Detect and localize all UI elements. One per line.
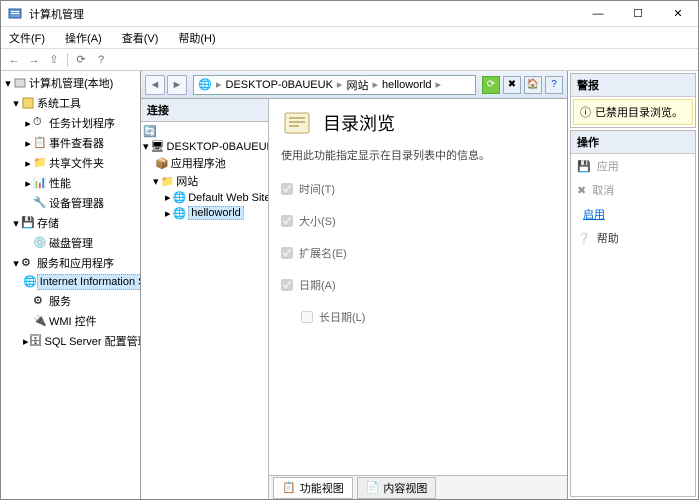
- checkbox-date[interactable]: 日期(A): [281, 277, 555, 293]
- menu-help[interactable]: 帮助(H): [174, 28, 219, 48]
- tree-wmi[interactable]: 🔌WMI 控件: [3, 311, 138, 331]
- close-button[interactable]: ✕: [658, 1, 698, 27]
- page-title: 目录浏览: [323, 110, 395, 136]
- action-cancel: ✖取消: [571, 178, 695, 202]
- action-apply: 💾应用: [571, 154, 695, 178]
- right-panel: 警报 ⓘ 已禁用目录浏览。 操作 💾应用 ✖取消 启用 ❔帮助: [568, 71, 698, 499]
- tree-event-viewer[interactable]: ▸📋事件查看器: [3, 133, 138, 153]
- title-bar: 计算机管理 — ☐ ✕: [1, 1, 698, 27]
- crumb-server[interactable]: DESKTOP-0BAUEUK: [226, 79, 333, 91]
- address-bar: ◄ ► 🌐 ▸ DESKTOP-0BAUEUK ▸ 网站 ▸ helloworl…: [141, 71, 567, 99]
- tree-device-manager[interactable]: 🔧设备管理器: [3, 193, 138, 213]
- tab-content-view[interactable]: 📄内容视图: [357, 477, 437, 499]
- conn-sites[interactable]: ▾📁网站: [143, 172, 266, 190]
- refresh-icon[interactable]: ⟳: [74, 53, 88, 67]
- tree-iis[interactable]: 🌐Internet Information S: [3, 273, 138, 291]
- nav-forward-button[interactable]: ►: [167, 75, 187, 95]
- globe-icon: 🌐: [198, 78, 212, 92]
- conn-helloworld[interactable]: ▸🌐helloworld: [143, 205, 266, 221]
- menu-view[interactable]: 查看(V): [118, 28, 163, 48]
- checkbox-extension[interactable]: 扩展名(E): [281, 245, 555, 261]
- tree-shared-folders[interactable]: ▸📁共享文件夹: [3, 153, 138, 173]
- tree-storage[interactable]: ▾💾存储: [3, 213, 138, 233]
- apply-icon: 💾: [577, 160, 591, 173]
- page-description: 使用此功能指定显示在目录列表中的信息。: [281, 147, 555, 163]
- tree-services-apps[interactable]: ▾⚙服务和应用程序: [3, 253, 138, 273]
- info-icon: ⓘ: [580, 104, 591, 120]
- action-help[interactable]: ❔帮助: [571, 226, 695, 250]
- maximize-button[interactable]: ☐: [618, 1, 658, 27]
- help-icon[interactable]: ?: [94, 53, 108, 67]
- nav-tree: ▾计算机管理(本地) ▾系统工具 ▸⏱任务计划程序 ▸📋事件查看器 ▸📁共享文件…: [1, 71, 141, 499]
- conn-app-pools[interactable]: 📦应用程序池: [143, 154, 266, 172]
- conn-default-site[interactable]: ▸🌐Default Web Site: [143, 190, 266, 205]
- alert-message: ⓘ 已禁用目录浏览。: [573, 99, 693, 125]
- cancel-icon: ✖: [577, 184, 586, 197]
- back-icon[interactable]: ←: [7, 53, 21, 67]
- nav-back-button[interactable]: ◄: [145, 75, 165, 95]
- checkbox-long-date[interactable]: 长日期(L): [301, 309, 555, 325]
- crumb-site[interactable]: helloworld: [382, 79, 432, 91]
- checkbox-size[interactable]: 大小(S): [281, 213, 555, 229]
- toolbar: ← → ⇧ ⟳ ?: [1, 49, 698, 71]
- actions-header: 操作: [571, 131, 695, 154]
- connections-header: 连接: [141, 99, 268, 122]
- menu-action[interactable]: 操作(A): [61, 28, 106, 48]
- home-button[interactable]: 🏠: [524, 76, 542, 94]
- up-icon[interactable]: ⇧: [47, 53, 61, 67]
- tree-task-scheduler[interactable]: ▸⏱任务计划程序: [3, 113, 138, 133]
- window-title: 计算机管理: [29, 6, 578, 22]
- checkbox-time[interactable]: 时间(T): [281, 181, 555, 197]
- view-tabs: 📋功能视图 📄内容视图: [269, 475, 567, 499]
- tab-features-view[interactable]: 📋功能视图: [273, 477, 353, 499]
- tree-performance[interactable]: ▸📊性能: [3, 173, 138, 193]
- app-icon: [7, 6, 23, 22]
- connections-panel: 连接 🔄 ▾🖥DESKTOP-0BAUEUK (DE 📦应用程序池 ▾📁网站 ▸…: [141, 99, 269, 499]
- alerts-panel: 警报 ⓘ 已禁用目录浏览。: [570, 73, 696, 128]
- stop-button[interactable]: ✖: [503, 76, 521, 94]
- crumb-sites[interactable]: 网站: [346, 77, 368, 93]
- forward-icon[interactable]: →: [27, 53, 41, 67]
- tree-system-tools[interactable]: ▾系统工具: [3, 93, 138, 113]
- tree-services[interactable]: ⚙服务: [3, 291, 138, 311]
- tree-sql[interactable]: ▸🗄SQL Server 配置管理器: [3, 331, 138, 351]
- conn-refresh[interactable]: 🔄: [143, 124, 266, 139]
- help-icon: ❔: [577, 232, 591, 245]
- go-button[interactable]: ⟳: [482, 76, 500, 94]
- center-panel: ◄ ► 🌐 ▸ DESKTOP-0BAUEUK ▸ 网站 ▸ helloworl…: [141, 71, 568, 499]
- action-enable[interactable]: 启用: [571, 202, 695, 226]
- menu-bar: 文件(F) 操作(A) 查看(V) 帮助(H): [1, 27, 698, 49]
- help-button[interactable]: ?: [545, 76, 563, 94]
- conn-server[interactable]: ▾🖥DESKTOP-0BAUEUK (DE: [143, 139, 266, 154]
- tree-root[interactable]: ▾计算机管理(本地): [3, 73, 138, 93]
- alerts-header: 警报: [571, 74, 695, 97]
- breadcrumb[interactable]: 🌐 ▸ DESKTOP-0BAUEUK ▸ 网站 ▸ helloworld ▸: [193, 75, 476, 95]
- minimize-button[interactable]: —: [578, 1, 618, 27]
- feature-content: 目录浏览 使用此功能指定显示在目录列表中的信息。 时间(T) 大小(S) 扩展名…: [269, 99, 567, 475]
- menu-file[interactable]: 文件(F): [5, 28, 49, 48]
- directory-browsing-icon: [281, 107, 313, 139]
- actions-panel: 操作 💾应用 ✖取消 启用 ❔帮助: [570, 130, 696, 497]
- tree-disk-mgmt[interactable]: 💿磁盘管理: [3, 233, 138, 253]
